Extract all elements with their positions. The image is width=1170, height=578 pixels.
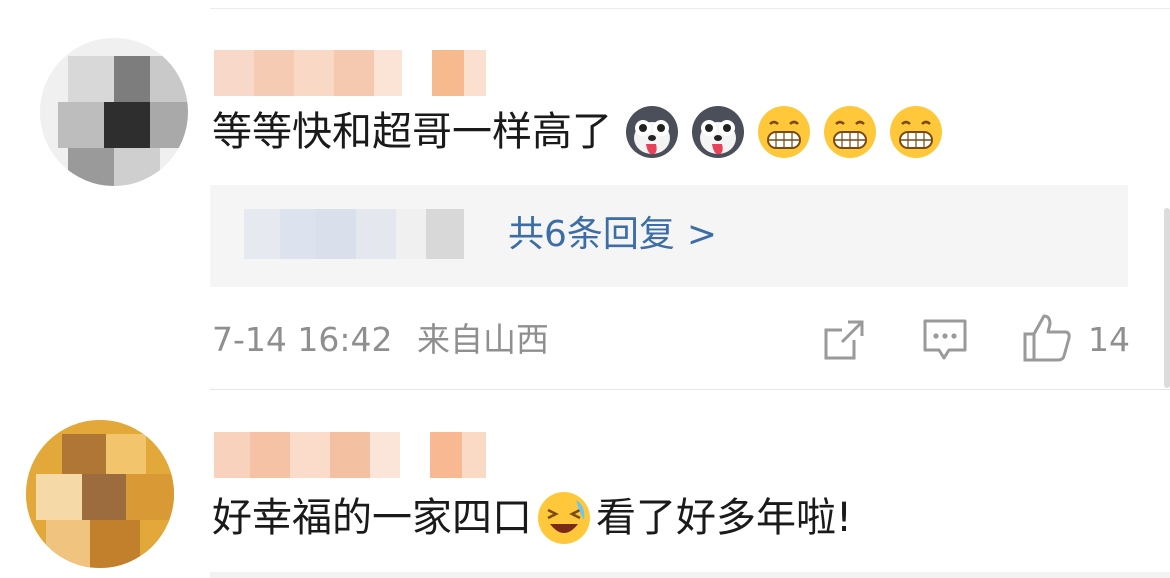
avatar[interactable] [26,420,174,568]
reply-usernames-blurred [244,209,464,259]
share-icon[interactable] [822,318,866,362]
like-count: 14 [1088,320,1130,359]
husky-emoji [624,104,680,160]
grin-emoji [888,104,944,160]
comment-meta: 7-14 16:42 来自山西 [212,318,549,362]
scrollbar[interactable] [1164,208,1170,388]
username-blurred[interactable] [214,50,486,96]
bottom-divider [210,572,1170,578]
username-blurred[interactable] [214,432,486,478]
comment-location: 来自山西 [417,320,549,359]
husky-emoji [690,104,746,160]
comment-time: 7-14 16:42 [212,320,393,359]
avatar[interactable] [40,38,188,186]
like-thumb-icon[interactable] [1022,312,1072,364]
grin-emoji [756,104,812,160]
replies-panel[interactable]: 共6条回复 > [210,185,1128,287]
comment-body-continued: 看了好多年啦! [596,495,853,541]
comment-item: 等等快和超哥一样高了 共6条回复 > 7-14 16:42 来自山西 14 [0,0,1170,390]
chevron-right-icon: > [686,214,718,255]
comment-body: 等等快和超哥一样高了 [212,109,612,155]
comment-text: 等等快和超哥一样高了 [212,104,944,160]
comment-body: 好幸福的一家四口 [212,495,532,541]
laugh-cry-emoji [536,490,592,546]
comment-divider [210,389,1170,390]
comment-icon[interactable] [922,318,968,362]
view-replies-link[interactable]: 共6条回复 > [508,207,717,263]
comment-text: 好幸福的一家四口 看了好多年啦! [212,490,852,546]
grin-emoji [822,104,878,160]
